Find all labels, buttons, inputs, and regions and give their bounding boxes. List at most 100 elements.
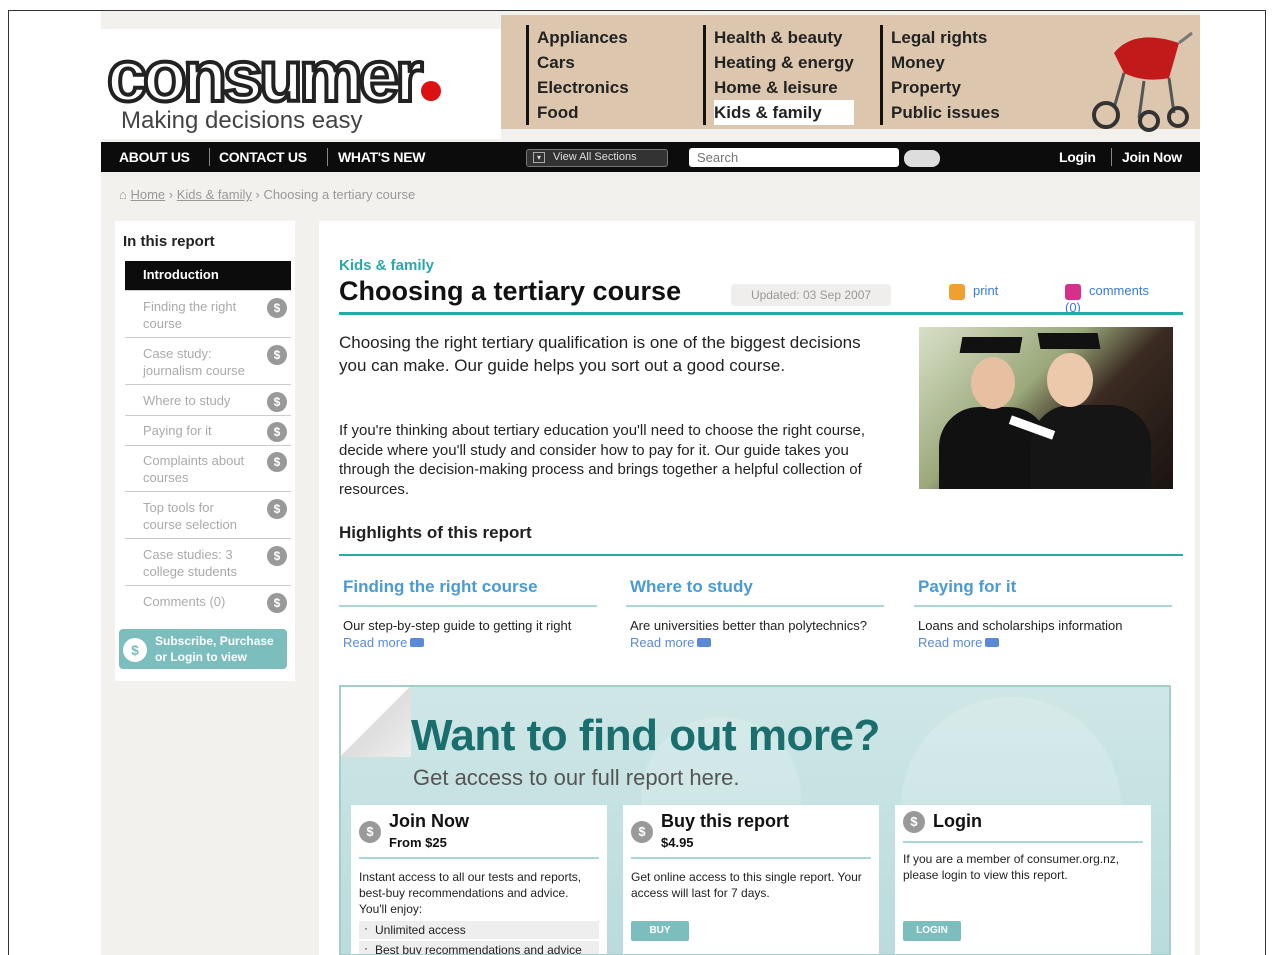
site-logo[interactable]: consumer Making decisions easy	[101, 29, 501, 139]
read-more-link[interactable]: Read more	[343, 635, 407, 650]
read-more-link[interactable]: Read more	[918, 635, 982, 650]
browser-frame: consumer Making decisions easy Appliance…	[8, 10, 1266, 955]
highlight-title[interactable]: Where to study	[626, 577, 884, 607]
sidebar-item-introduction[interactable]: Introduction	[125, 261, 291, 291]
list-item: Best buy recommendations and advice	[359, 941, 599, 954]
buy-report-box: $ Buy this report $4.95 Get online acces…	[623, 805, 879, 954]
category-link[interactable]: Home & leisure	[714, 75, 854, 100]
sidebar-item-label: Where to study	[143, 393, 231, 408]
sidebar-item-label: Case study: journalism course	[143, 346, 245, 378]
report-sidebar: In this report Introduction Finding the …	[115, 221, 295, 681]
buy-text: Get online access to this single report.…	[631, 870, 862, 900]
breadcrumb: ⌂ Home › Kids & family › Choosing a tert…	[119, 187, 416, 202]
highlight-desc-text: Our step-by-step guide to getting it rig…	[343, 618, 572, 633]
section-kicker[interactable]: Kids & family	[339, 257, 434, 274]
stroller-image	[1092, 31, 1193, 132]
read-more-link[interactable]: Read more	[630, 635, 694, 650]
sidebar-item-paying[interactable]: Paying for it $	[125, 417, 291, 446]
sidebar-heading: In this report	[123, 233, 215, 250]
view-all-sections-dropdown[interactable]: ▾ View All Sections	[526, 149, 668, 167]
about-us-link[interactable]: ABOUT US	[119, 149, 190, 165]
logo-wordmark: consumer	[105, 35, 442, 119]
print-label: print	[973, 283, 999, 298]
benefits-list: Unlimited access Best buy recommendation…	[359, 921, 599, 954]
join-title[interactable]: Join Now	[389, 811, 469, 832]
buy-price: $4.95	[661, 835, 694, 850]
sidebar-item-label: Case studies: 3 college students	[143, 547, 237, 579]
dollar-icon: $	[267, 452, 287, 472]
divider	[209, 148, 210, 166]
sidebar-item-case-study[interactable]: Case study: journalism course $	[125, 340, 291, 385]
category-column-2: Health & beauty Heating & energy Home & …	[703, 25, 854, 125]
highlight-card: Where to study Are universities better t…	[626, 577, 884, 651]
highlights-heading: Highlights of this report	[339, 523, 532, 542]
buy-button[interactable]: BUY	[631, 921, 689, 941]
highlight-card: Finding the right course Our step-by-ste…	[339, 577, 597, 651]
login-link[interactable]: Login	[1059, 149, 1096, 165]
photo-shape	[959, 337, 1023, 353]
body-text: If you're thinking about tertiary educat…	[339, 422, 866, 498]
sidebar-item-case-studies[interactable]: Case studies: 3 college students $	[125, 541, 291, 586]
login-box: $ Login If you are a member of consumer.…	[895, 805, 1151, 954]
breadcrumb-home[interactable]: Home	[130, 187, 165, 202]
divider	[339, 312, 1183, 315]
category-link-active[interactable]: Kids & family	[714, 100, 854, 125]
sidebar-item-label: Paying for it	[143, 423, 212, 438]
sidebar-item-finding[interactable]: Finding the right course $	[125, 293, 291, 338]
highlight-title[interactable]: Paying for it	[914, 577, 1172, 607]
dollar-icon: $	[267, 345, 287, 365]
join-now-link[interactable]: Join Now	[1122, 149, 1182, 165]
login-title: Login	[933, 811, 982, 831]
sidebar-item-label: Top tools for course selection	[143, 500, 237, 532]
highlight-card: Paying for it Loans and scholarships inf…	[914, 577, 1172, 651]
dollar-icon: $	[267, 422, 287, 442]
sidebar-item-where[interactable]: Where to study $	[125, 387, 291, 416]
comments-link[interactable]: comments (0)	[1065, 283, 1165, 316]
divider	[339, 554, 1183, 556]
category-link[interactable]: Legal rights	[891, 25, 1000, 50]
sidebar-item-top-tools[interactable]: Top tools for course selection $	[125, 494, 291, 539]
page-title: Choosing a tertiary course	[339, 276, 682, 306]
divider	[631, 857, 871, 859]
category-link[interactable]: Electronics	[537, 75, 629, 100]
home-icon: ⌂	[119, 187, 127, 202]
sidebar-item-complaints[interactable]: Complaints about courses $	[125, 447, 291, 492]
contact-us-link[interactable]: CONTACT US	[219, 149, 307, 165]
category-link[interactable]: Health & beauty	[714, 25, 854, 50]
list-item: Unlimited access	[359, 921, 599, 939]
highlight-title[interactable]: Finding the right course	[339, 577, 597, 607]
sidebar-item-label: Introduction	[143, 267, 219, 282]
search-input[interactable]	[689, 148, 899, 167]
dollar-icon: $	[267, 593, 287, 613]
category-link[interactable]: Cars	[537, 50, 629, 75]
promo-headline: Want to find out more?	[411, 711, 880, 760]
updated-badge: Updated: 03 Sep 2007	[731, 284, 891, 306]
sidebar-item-label: Finding the right course	[143, 299, 237, 331]
photo-shape	[1047, 353, 1093, 407]
chevron-down-icon: ▾	[533, 152, 545, 163]
subscribe-button[interactable]: $ Subscribe, Purchase or Login to view	[119, 629, 287, 669]
category-link[interactable]: Public issues	[891, 100, 1000, 125]
breadcrumb-section[interactable]: Kids & family	[177, 187, 252, 202]
buy-title: Buy this report	[661, 811, 790, 831]
dollar-icon: $	[267, 499, 287, 519]
category-link[interactable]: Food	[537, 100, 629, 125]
join-price: From $25	[389, 835, 447, 850]
dollar-icon: $	[359, 821, 381, 843]
access-promo: Want to find out more? Get access to our…	[339, 685, 1171, 955]
logo-tagline: Making decisions easy	[121, 107, 363, 134]
arrow-icon	[410, 638, 425, 647]
dollar-icon: $	[267, 298, 287, 318]
category-link[interactable]: Appliances	[537, 25, 629, 50]
category-link[interactable]: Heating & energy	[714, 50, 854, 75]
sidebar-item-comments[interactable]: Comments (0) $	[125, 588, 291, 617]
page: consumer Making decisions easy Appliance…	[101, 11, 1200, 955]
highlight-desc: Our step-by-step guide to getting it rig…	[339, 607, 597, 651]
login-button[interactable]: LOGIN	[903, 921, 961, 941]
print-link[interactable]: print	[949, 283, 998, 300]
category-link[interactable]: Property	[891, 75, 1000, 100]
category-link[interactable]: Money	[891, 50, 1000, 75]
search-button[interactable]	[904, 150, 940, 167]
whats-new-link[interactable]: WHAT'S NEW	[338, 149, 425, 165]
arrow-icon	[697, 638, 712, 647]
